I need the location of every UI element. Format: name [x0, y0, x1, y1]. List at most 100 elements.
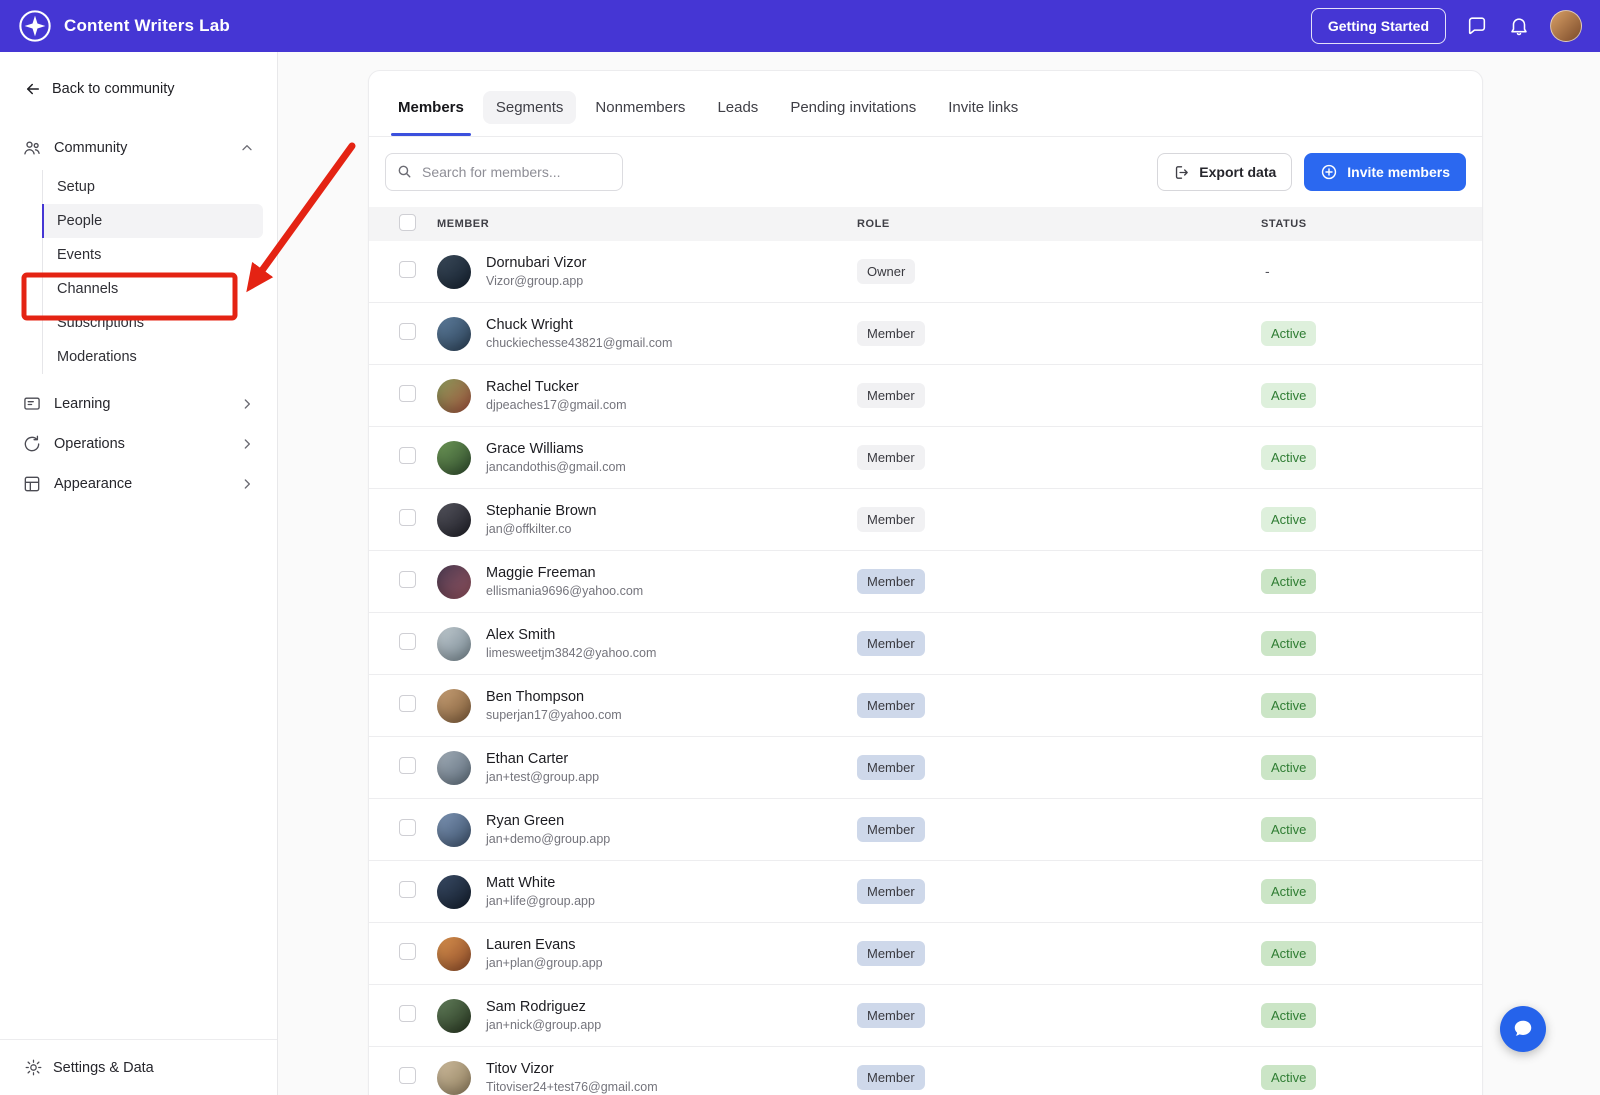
member-email: djpeaches17@gmail.com	[486, 398, 627, 412]
table-row: Rachel Tucker djpeaches17@gmail.com Memb…	[369, 365, 1482, 427]
sidebar-item-community[interactable]: Community	[0, 128, 277, 168]
table-header-row: MEMBER ROLE STATUS	[369, 207, 1482, 241]
member-name: Titov Vizor	[486, 1061, 658, 1077]
row-checkbox[interactable]	[399, 881, 416, 898]
settings-label: Settings & Data	[53, 1060, 154, 1076]
member-email: ellismania9696@yahoo.com	[486, 584, 643, 598]
role-badge: Member	[857, 507, 925, 532]
role-badge: Member	[857, 321, 925, 346]
plus-circle-icon	[1320, 163, 1338, 181]
status-badge: Active	[1261, 817, 1316, 842]
role-badge: Member	[857, 445, 925, 470]
chevron-up-icon	[239, 140, 255, 156]
community-icon	[22, 138, 42, 158]
sidebar-item-channels[interactable]: Channels	[43, 272, 263, 306]
table-row: Ryan Green jan+demo@group.app Member Act…	[369, 799, 1482, 861]
row-checkbox[interactable]	[399, 633, 416, 650]
table-row: Dornubari Vizor Vizor@group.app Owner -	[369, 241, 1482, 303]
member-avatar	[437, 689, 471, 723]
member-avatar	[437, 503, 471, 537]
row-checkbox[interactable]	[399, 261, 416, 278]
row-checkbox[interactable]	[399, 757, 416, 774]
learning-icon	[22, 394, 42, 414]
sidebar-item-setup[interactable]: Setup	[43, 170, 263, 204]
brand-title: Content Writers Lab	[64, 16, 230, 36]
search-members-input[interactable]	[385, 153, 623, 191]
export-data-button[interactable]: Export data	[1157, 153, 1292, 191]
chat-launcher-button[interactable]	[1500, 1006, 1546, 1052]
user-avatar[interactable]	[1550, 10, 1582, 42]
role-badge: Member	[857, 817, 925, 842]
table-row: Stephanie Brown jan@offkilter.co Member …	[369, 489, 1482, 551]
status-badge: Active	[1261, 1003, 1316, 1028]
member-avatar	[437, 627, 471, 661]
member-email: jan+nick@group.app	[486, 1018, 601, 1032]
row-checkbox[interactable]	[399, 323, 416, 340]
back-to-community-link[interactable]: Back to community	[0, 52, 277, 104]
tab-invite-links[interactable]: Invite links	[935, 91, 1031, 124]
table-row: Maggie Freeman ellismania9696@yahoo.com …	[369, 551, 1482, 613]
export-icon	[1173, 164, 1190, 181]
getting-started-button[interactable]: Getting Started	[1311, 8, 1446, 44]
member-email: chuckiechesse43821@gmail.com	[486, 336, 672, 350]
chat-bubble-icon[interactable]	[1466, 15, 1488, 37]
row-checkbox[interactable]	[399, 943, 416, 960]
row-checkbox[interactable]	[399, 1005, 416, 1022]
settings-and-data-link[interactable]: Settings & Data	[0, 1039, 277, 1095]
tab-nonmembers[interactable]: Nonmembers	[582, 91, 698, 124]
sidebar-nav: Community Setup People Events Channels S…	[0, 128, 277, 504]
row-checkbox[interactable]	[399, 819, 416, 836]
member-avatar	[437, 875, 471, 909]
row-checkbox[interactable]	[399, 1067, 416, 1084]
status-badge: Active	[1261, 879, 1316, 904]
member-email: limesweetjm3842@yahoo.com	[486, 646, 656, 660]
row-checkbox[interactable]	[399, 447, 416, 464]
member-name: Stephanie Brown	[486, 503, 596, 519]
tab-pending-invitations[interactable]: Pending invitations	[777, 91, 929, 124]
invite-members-button[interactable]: Invite members	[1304, 153, 1466, 191]
row-checkbox[interactable]	[399, 385, 416, 402]
table-row: Lauren Evans jan+plan@group.app Member A…	[369, 923, 1482, 985]
sidebar-item-operations[interactable]: Operations	[0, 424, 277, 464]
row-checkbox[interactable]	[399, 695, 416, 712]
table-body: Dornubari Vizor Vizor@group.app Owner - …	[369, 241, 1482, 1095]
status-badge: -	[1261, 263, 1270, 279]
member-avatar	[437, 565, 471, 599]
row-checkbox[interactable]	[399, 509, 416, 526]
member-name: Maggie Freeman	[486, 565, 643, 581]
status-badge: Active	[1261, 941, 1316, 966]
learning-label: Learning	[54, 396, 110, 412]
member-avatar	[437, 937, 471, 971]
sidebar-item-appearance[interactable]: Appearance	[0, 464, 277, 504]
sidebar-item-people[interactable]: People	[43, 204, 263, 238]
role-badge: Member	[857, 693, 925, 718]
chevron-right-icon	[239, 476, 255, 492]
search-icon	[396, 163, 413, 180]
member-avatar	[437, 751, 471, 785]
tab-members[interactable]: Members	[385, 91, 477, 124]
status-badge: Active	[1261, 445, 1316, 470]
table-row: Matt White jan+life@group.app Member Act…	[369, 861, 1482, 923]
select-all-checkbox[interactable]	[399, 214, 416, 231]
back-arrow-icon	[24, 80, 42, 98]
appearance-icon	[22, 474, 42, 494]
community-label: Community	[54, 140, 127, 156]
members-card: Members Segments Nonmembers Leads Pendin…	[368, 70, 1483, 1095]
topbar: Content Writers Lab Getting Started	[0, 0, 1600, 52]
bell-icon[interactable]	[1508, 15, 1530, 37]
table-row: Ethan Carter jan+test@group.app Member A…	[369, 737, 1482, 799]
sidebar-item-moderations[interactable]: Moderations	[43, 340, 263, 374]
tab-leads[interactable]: Leads	[704, 91, 771, 124]
sidebar-item-subscriptions[interactable]: Subscriptions	[43, 306, 263, 340]
table-row: Chuck Wright chuckiechesse43821@gmail.co…	[369, 303, 1482, 365]
tab-segments[interactable]: Segments	[483, 91, 577, 124]
sidebar-item-learning[interactable]: Learning	[0, 384, 277, 424]
row-checkbox[interactable]	[399, 571, 416, 588]
member-avatar	[437, 255, 471, 289]
sidebar-item-events[interactable]: Events	[43, 238, 263, 272]
table-row: Grace Williams jancandothis@gmail.com Me…	[369, 427, 1482, 489]
community-subnav: Setup People Events Channels Subscriptio…	[42, 170, 263, 374]
member-email: Vizor@group.app	[486, 274, 586, 288]
member-email: Titoviser24+test76@gmail.com	[486, 1080, 658, 1094]
chat-bubble-icon	[1512, 1018, 1534, 1040]
